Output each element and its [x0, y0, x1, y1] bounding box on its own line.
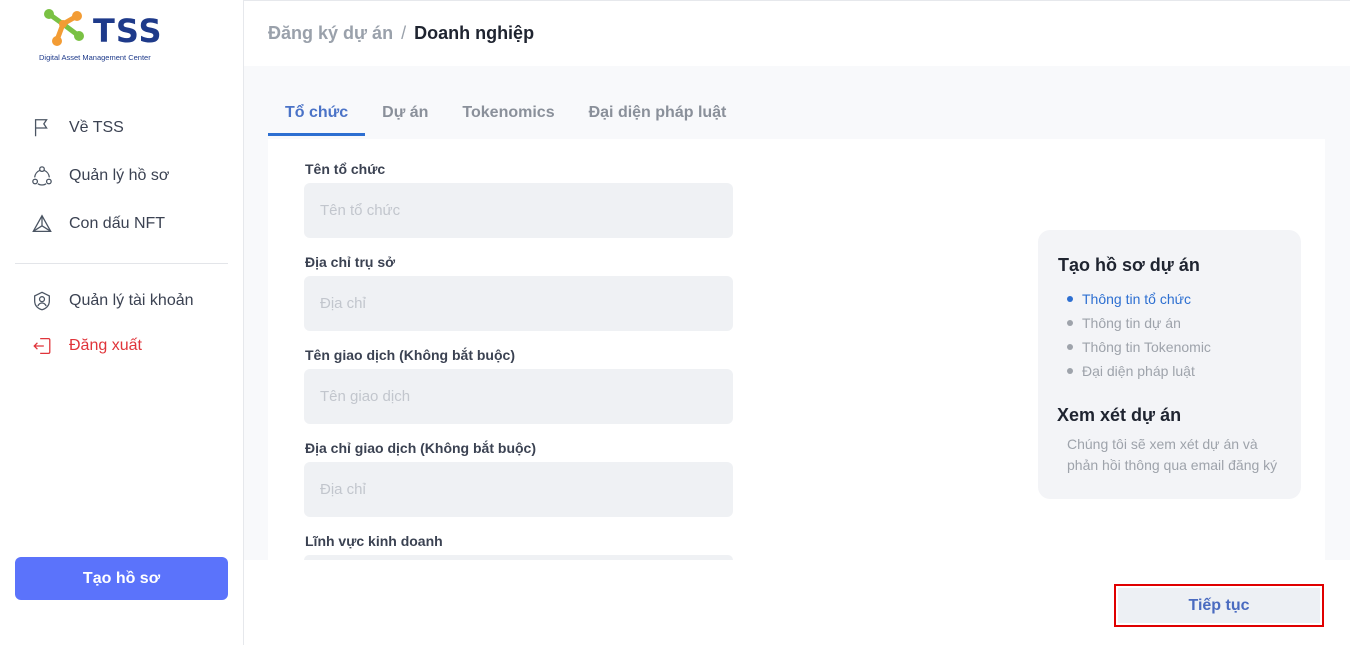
continue-button[interactable]: Tiếp tục — [1114, 584, 1324, 627]
trade-name-label: Tên giao dịch (Không bắt buộc) — [305, 347, 515, 363]
tab-du-an[interactable]: Dự án — [365, 96, 445, 136]
step-item-dai-dien-phap-luat: Đại diện pháp luật — [1067, 359, 1211, 383]
create-profile-button[interactable]: Tạo hồ sơ — [15, 557, 228, 600]
tab-to-chuc[interactable]: Tổ chức — [268, 96, 366, 136]
steps-panel: Tạo hồ sơ dự án Thông tin tổ chức Thông … — [1038, 230, 1301, 499]
review-description: Chúng tôi sẽ xem xét dự án và phản hồi t… — [1067, 436, 1278, 473]
trade-address-input[interactable] — [304, 462, 733, 517]
user-shield-icon — [30, 289, 54, 313]
bullet-dot-icon — [1067, 344, 1073, 350]
bullet-dot-icon — [1067, 320, 1073, 326]
logout-icon — [30, 334, 54, 358]
bullet-dot-icon — [1067, 296, 1073, 302]
top-bar: Đăng ký dự án / Doanh nghiệp — [244, 0, 1350, 66]
sidebar-item-con-dau-nft[interactable]: Con dấu NFT — [30, 210, 165, 238]
flag-icon — [30, 116, 54, 140]
step-label: Thông tin dự án — [1082, 315, 1181, 331]
step-label: Đại diện pháp luật — [1082, 363, 1195, 379]
head-office-address-input[interactable] — [304, 276, 733, 331]
tab-tokenomics[interactable]: Tokenomics — [445, 96, 571, 136]
breadcrumb-parent[interactable]: Đăng ký dự án — [268, 23, 393, 44]
step-item-thong-tin-du-an: Thông tin dự án — [1067, 311, 1211, 335]
step-label: Thông tin tổ chức — [1082, 291, 1191, 307]
sidebar-item-label: Quản lý hồ sơ — [69, 167, 170, 184]
org-name-label: Tên tổ chức — [305, 161, 386, 177]
triangle-stamp-icon — [30, 212, 54, 236]
step-item-thong-tin-to-chuc: Thông tin tổ chức — [1067, 287, 1211, 311]
sidebar-item-ve-tss[interactable]: Về TSS — [30, 114, 124, 142]
network-icon — [30, 164, 54, 188]
sidebar-item-quan-ly-tai-khoan[interactable]: Quản lý tài khoản — [30, 287, 194, 315]
tss-logo[interactable]: TSS Digital Asset Management Center — [37, 4, 197, 64]
step-item-thong-tin-tokenomic: Thông tin Tokenomic — [1067, 335, 1211, 359]
steps-title: Tạo hồ sơ dự án — [1058, 255, 1200, 275]
review-title: Xem xét dự án — [1057, 405, 1182, 425]
breadcrumb: Đăng ký dự án / Doanh nghiệp — [268, 23, 534, 44]
sidebar-item-quan-ly-ho-so[interactable]: Quản lý hồ sơ — [30, 162, 169, 190]
sidebar: TSS Digital Asset Management Center Về T… — [0, 0, 244, 645]
logo-name: TSS — [93, 12, 163, 50]
sidebar-item-label: Con dấu NFT — [69, 215, 166, 232]
business-field-label: Lĩnh vực kinh doanh — [305, 533, 443, 549]
step-label: Thông tin Tokenomic — [1082, 339, 1211, 355]
breadcrumb-current: Doanh nghiệp — [414, 23, 535, 43]
sidebar-divider — [15, 263, 228, 264]
form-tabs: Tổ chức Dự án Tokenomics Đại diện pháp l… — [268, 96, 743, 138]
tab-dai-dien-phap-luat[interactable]: Đại diện pháp luật — [572, 96, 744, 136]
sidebar-item-dang-xuat[interactable]: Đăng xuất — [30, 332, 142, 360]
sidebar-item-label: Đăng xuất — [69, 337, 142, 354]
trade-name-input[interactable] — [304, 369, 733, 424]
continue-button-label: Tiếp tục — [1118, 588, 1320, 623]
sidebar-item-label: Về TSS — [69, 119, 124, 136]
breadcrumb-separator: / — [401, 23, 407, 43]
logo-tagline: Digital Asset Management Center — [39, 53, 151, 62]
tss-logo-mark-icon — [44, 9, 84, 46]
sidebar-item-label: Quản lý tài khoản — [69, 292, 194, 309]
head-office-address-label: Địa chỉ trụ sở — [305, 254, 396, 270]
trade-address-label: Địa chỉ giao dịch (Không bắt buộc) — [305, 440, 536, 456]
steps-list: Thông tin tổ chức Thông tin dự án Thông … — [1067, 287, 1211, 383]
org-name-input[interactable] — [304, 183, 733, 238]
bullet-dot-icon — [1067, 368, 1073, 374]
